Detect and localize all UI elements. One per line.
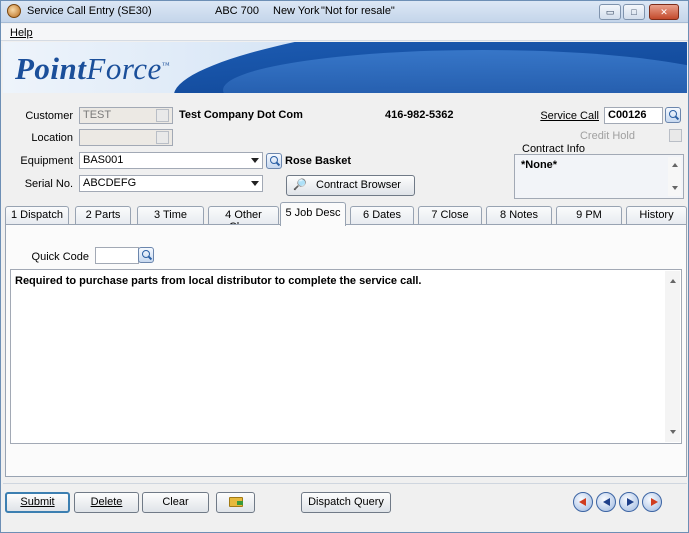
equipment-select[interactable]: BAS001 (79, 152, 263, 169)
binoculars-icon: 🔎 (293, 179, 307, 191)
title-bar: Service Call Entry (SE30) ABC 700 New Yo… (1, 1, 688, 23)
clear-label: Clear (162, 496, 189, 508)
tab-history[interactable]: History (626, 206, 687, 225)
customer-lookup-box (156, 109, 169, 122)
serial-value: ABCDEFG (83, 177, 137, 189)
logo-text-force: Force (86, 51, 162, 86)
contract-browser-button[interactable]: 🔎 Contract Browser (286, 175, 415, 196)
previous-record-icon[interactable] (596, 492, 616, 512)
clear-button[interactable]: Clear (142, 492, 209, 513)
company-name: ABC 700 (215, 5, 260, 17)
tab-bar: 1 Dispatch 2 Parts 3 Time 4 Other Chrgs … (5, 202, 687, 233)
service-call-field[interactable]: C00126 (604, 107, 663, 124)
equipment-value: BAS001 (83, 154, 124, 166)
tab-notes[interactable]: 8 Notes (486, 206, 552, 225)
window-title: Service Call Entry (SE30) (27, 5, 152, 17)
delete-label: Delete (90, 496, 123, 508)
location-lookup-box (156, 131, 169, 144)
logo-trademark: ™ (161, 60, 171, 70)
tab-job-desc[interactable]: 5 Job Desc (280, 202, 346, 226)
quick-code-search-icon[interactable] (138, 247, 154, 263)
app-icon (7, 4, 21, 18)
maximize-icon[interactable]: □ (623, 4, 645, 20)
last-record-icon[interactable] (642, 492, 662, 512)
tab-close[interactable]: 7 Close (418, 206, 482, 225)
submit-button[interactable]: Submit (5, 492, 70, 513)
open-folder-button[interactable] (216, 492, 255, 513)
equipment-name: Rose Basket (285, 155, 352, 167)
menu-help[interactable]: Help (10, 27, 33, 39)
contract-info-box: *None* (514, 154, 684, 199)
job-description-textarea[interactable]: Required to purchase parts from local di… (10, 269, 682, 444)
next-record-icon[interactable] (619, 492, 639, 512)
service-call-search-icon[interactable] (665, 107, 681, 123)
equipment-search-icon[interactable] (266, 153, 282, 169)
company-location: New York (273, 5, 320, 17)
menu-bar: Help (1, 24, 688, 41)
service-call-entry-window: Service Call Entry (SE30) ABC 700 New Yo… (0, 0, 689, 533)
resale-note: "Not for resale" (321, 5, 395, 17)
dispatch-query-label: Dispatch Query (308, 496, 384, 508)
pointforce-logo: PointForce™ (15, 51, 170, 87)
contract-info-scrollbar[interactable] (668, 157, 681, 196)
logo-text-point: Point (15, 51, 87, 86)
serial-label: Serial No. (24, 178, 73, 190)
contract-browser-label: Contract Browser (316, 179, 401, 191)
tab-dispatch[interactable]: 1 Dispatch (5, 206, 69, 225)
minimize-icon[interactable]: ▭ (599, 4, 621, 20)
credit-hold-checkbox (669, 129, 682, 142)
chevron-down-icon (251, 181, 259, 186)
credit-hold-label: Credit Hold (579, 130, 635, 142)
customer-name: Test Company Dot Com (179, 109, 303, 121)
pointforce-banner: PointForce™ (3, 42, 687, 93)
folder-icon (229, 497, 243, 507)
tab-pm[interactable]: 9 PM (556, 206, 622, 225)
tab-parts[interactable]: 2 Parts (75, 206, 131, 225)
service-call-label-text: Service Call (540, 110, 599, 122)
customer-label: Customer (25, 110, 73, 122)
quick-code-field[interactable] (95, 247, 139, 264)
delete-button[interactable]: Delete (74, 492, 139, 513)
job-description-text: Required to purchase parts from local di… (15, 275, 422, 287)
dispatch-query-button[interactable]: Dispatch Query (301, 492, 391, 513)
serial-select[interactable]: ABCDEFG (79, 175, 263, 192)
tab-dates[interactable]: 6 Dates (350, 206, 414, 225)
close-icon[interactable]: ✕ (649, 4, 679, 20)
quick-code-label: Quick Code (31, 251, 89, 263)
equipment-label: Equipment (20, 155, 73, 167)
contract-info-value: *None* (521, 159, 558, 171)
tab-time[interactable]: 3 Time (137, 206, 204, 225)
tab-other-charges[interactable]: 4 Other Chrgs (208, 206, 279, 233)
submit-label: Submit (20, 496, 55, 508)
customer-phone: 416-982-5362 (385, 109, 454, 121)
first-record-icon[interactable] (573, 492, 593, 512)
footer-separator (3, 483, 687, 484)
chevron-down-icon (251, 158, 259, 163)
location-label: Location (31, 132, 73, 144)
service-call-label: Service Call (521, 110, 599, 122)
job-description-scrollbar[interactable] (665, 271, 680, 442)
